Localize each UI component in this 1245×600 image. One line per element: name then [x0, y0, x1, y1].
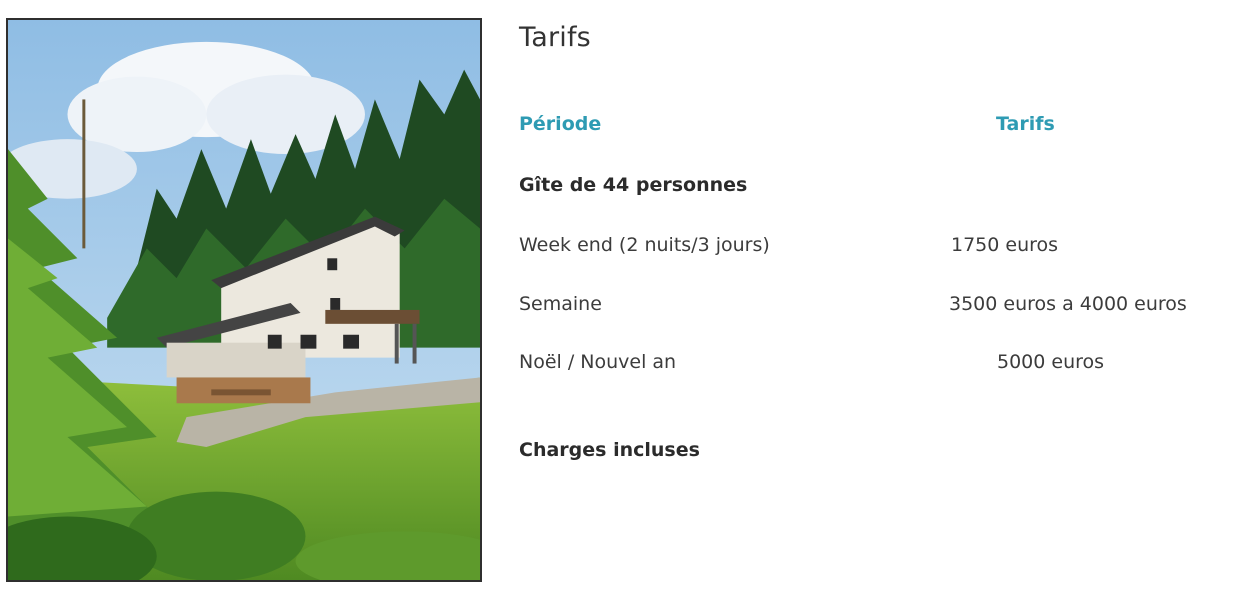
- column-header-period: Période: [519, 113, 602, 135]
- section-label-gite: Gîte de 44 personnes: [519, 174, 748, 196]
- page-title: Tarifs: [519, 22, 591, 53]
- charges-note: Charges incluses: [519, 439, 700, 461]
- rate-row-period: Semaine: [519, 293, 602, 315]
- rate-row-period: Noël / Nouvel an: [519, 351, 677, 373]
- chalet-photo: [6, 18, 482, 582]
- rate-row-price: 1750 euros: [951, 234, 1059, 256]
- rate-row-price: 3500 euros a 4000 euros: [949, 293, 1187, 315]
- rate-row-price: 5000 euros: [997, 351, 1105, 373]
- pricing-section: Tarifs Période Tarifs Gîte de 44 personn…: [519, 0, 1219, 600]
- page: Tarifs Période Tarifs Gîte de 44 personn…: [0, 0, 1245, 600]
- column-header-rates: Tarifs: [996, 113, 1055, 135]
- chalet-illustration: [8, 20, 480, 580]
- rate-row-period: Week end (2 nuits/3 jours): [519, 234, 770, 256]
